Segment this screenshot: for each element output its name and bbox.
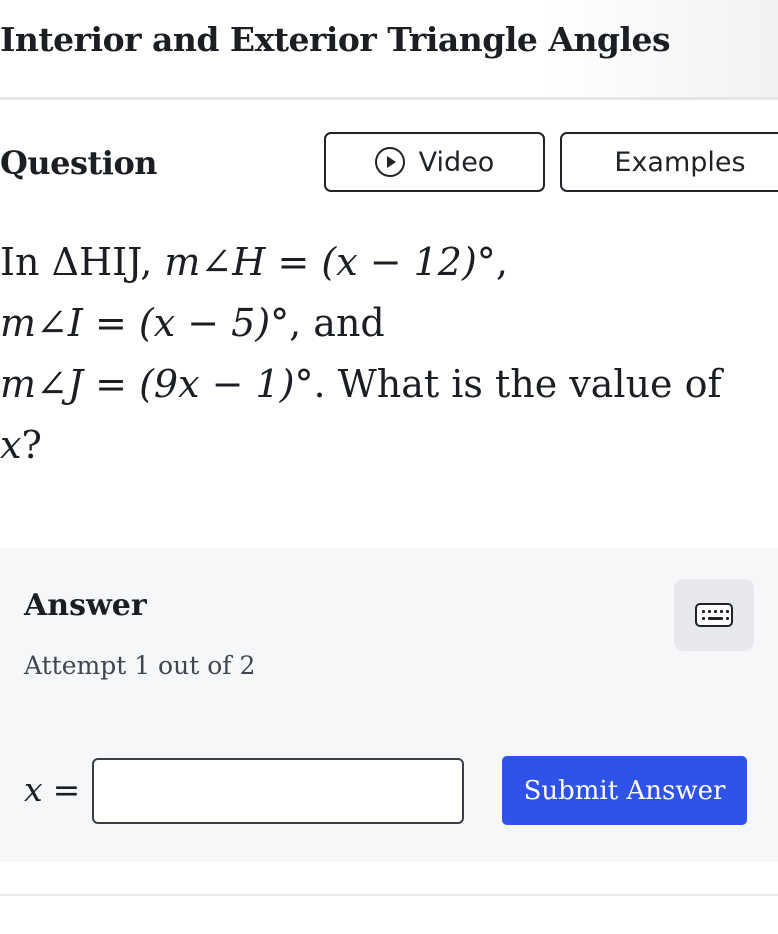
question-variable: x (0, 423, 22, 467)
angle-j-expression: m∠J = (9x − 1)° (0, 362, 314, 406)
keyboard-icon (695, 603, 733, 627)
question-mark: ? (21, 423, 42, 467)
triangle-name: ΔHIJ (51, 240, 141, 284)
question-text: In ΔHIJ, m∠H = (x − 12)°, m∠I = (x − 5)°… (0, 232, 770, 476)
separator: , (140, 240, 165, 284)
examples-button[interactable]: Examples (560, 132, 778, 192)
header-divider (0, 97, 778, 100)
answer-input-label: x = (24, 770, 80, 809)
equals-sign: = (52, 770, 81, 809)
question-intro: In (0, 240, 52, 284)
play-circle-icon (374, 147, 405, 177)
answer-input[interactable] (92, 758, 464, 824)
video-button-label: Video (418, 146, 495, 178)
comma: , (495, 240, 508, 284)
top-bar: Interior and Exterior Triangle Angles (0, 0, 778, 98)
question-heading: Question (0, 144, 158, 182)
examples-button-label: Examples (614, 146, 746, 178)
keyboard-toggle-button[interactable] (674, 579, 754, 651)
question-ask: . What is the value of (313, 362, 722, 406)
submit-answer-button[interactable]: Submit Answer (502, 756, 747, 825)
video-button[interactable]: Video (324, 132, 545, 192)
attempt-counter: Attempt 1 out of 2 (24, 651, 256, 680)
footer-divider (0, 894, 778, 896)
angle-i-expression: m∠I = (x − 5)° (0, 301, 290, 345)
and-text: , and (289, 301, 385, 345)
answer-heading: Answer (24, 588, 147, 623)
page-title: Interior and Exterior Triangle Angles (0, 20, 671, 59)
answer-variable: x (24, 770, 43, 809)
angle-h-expression: m∠H = (x − 12)° (164, 240, 496, 284)
